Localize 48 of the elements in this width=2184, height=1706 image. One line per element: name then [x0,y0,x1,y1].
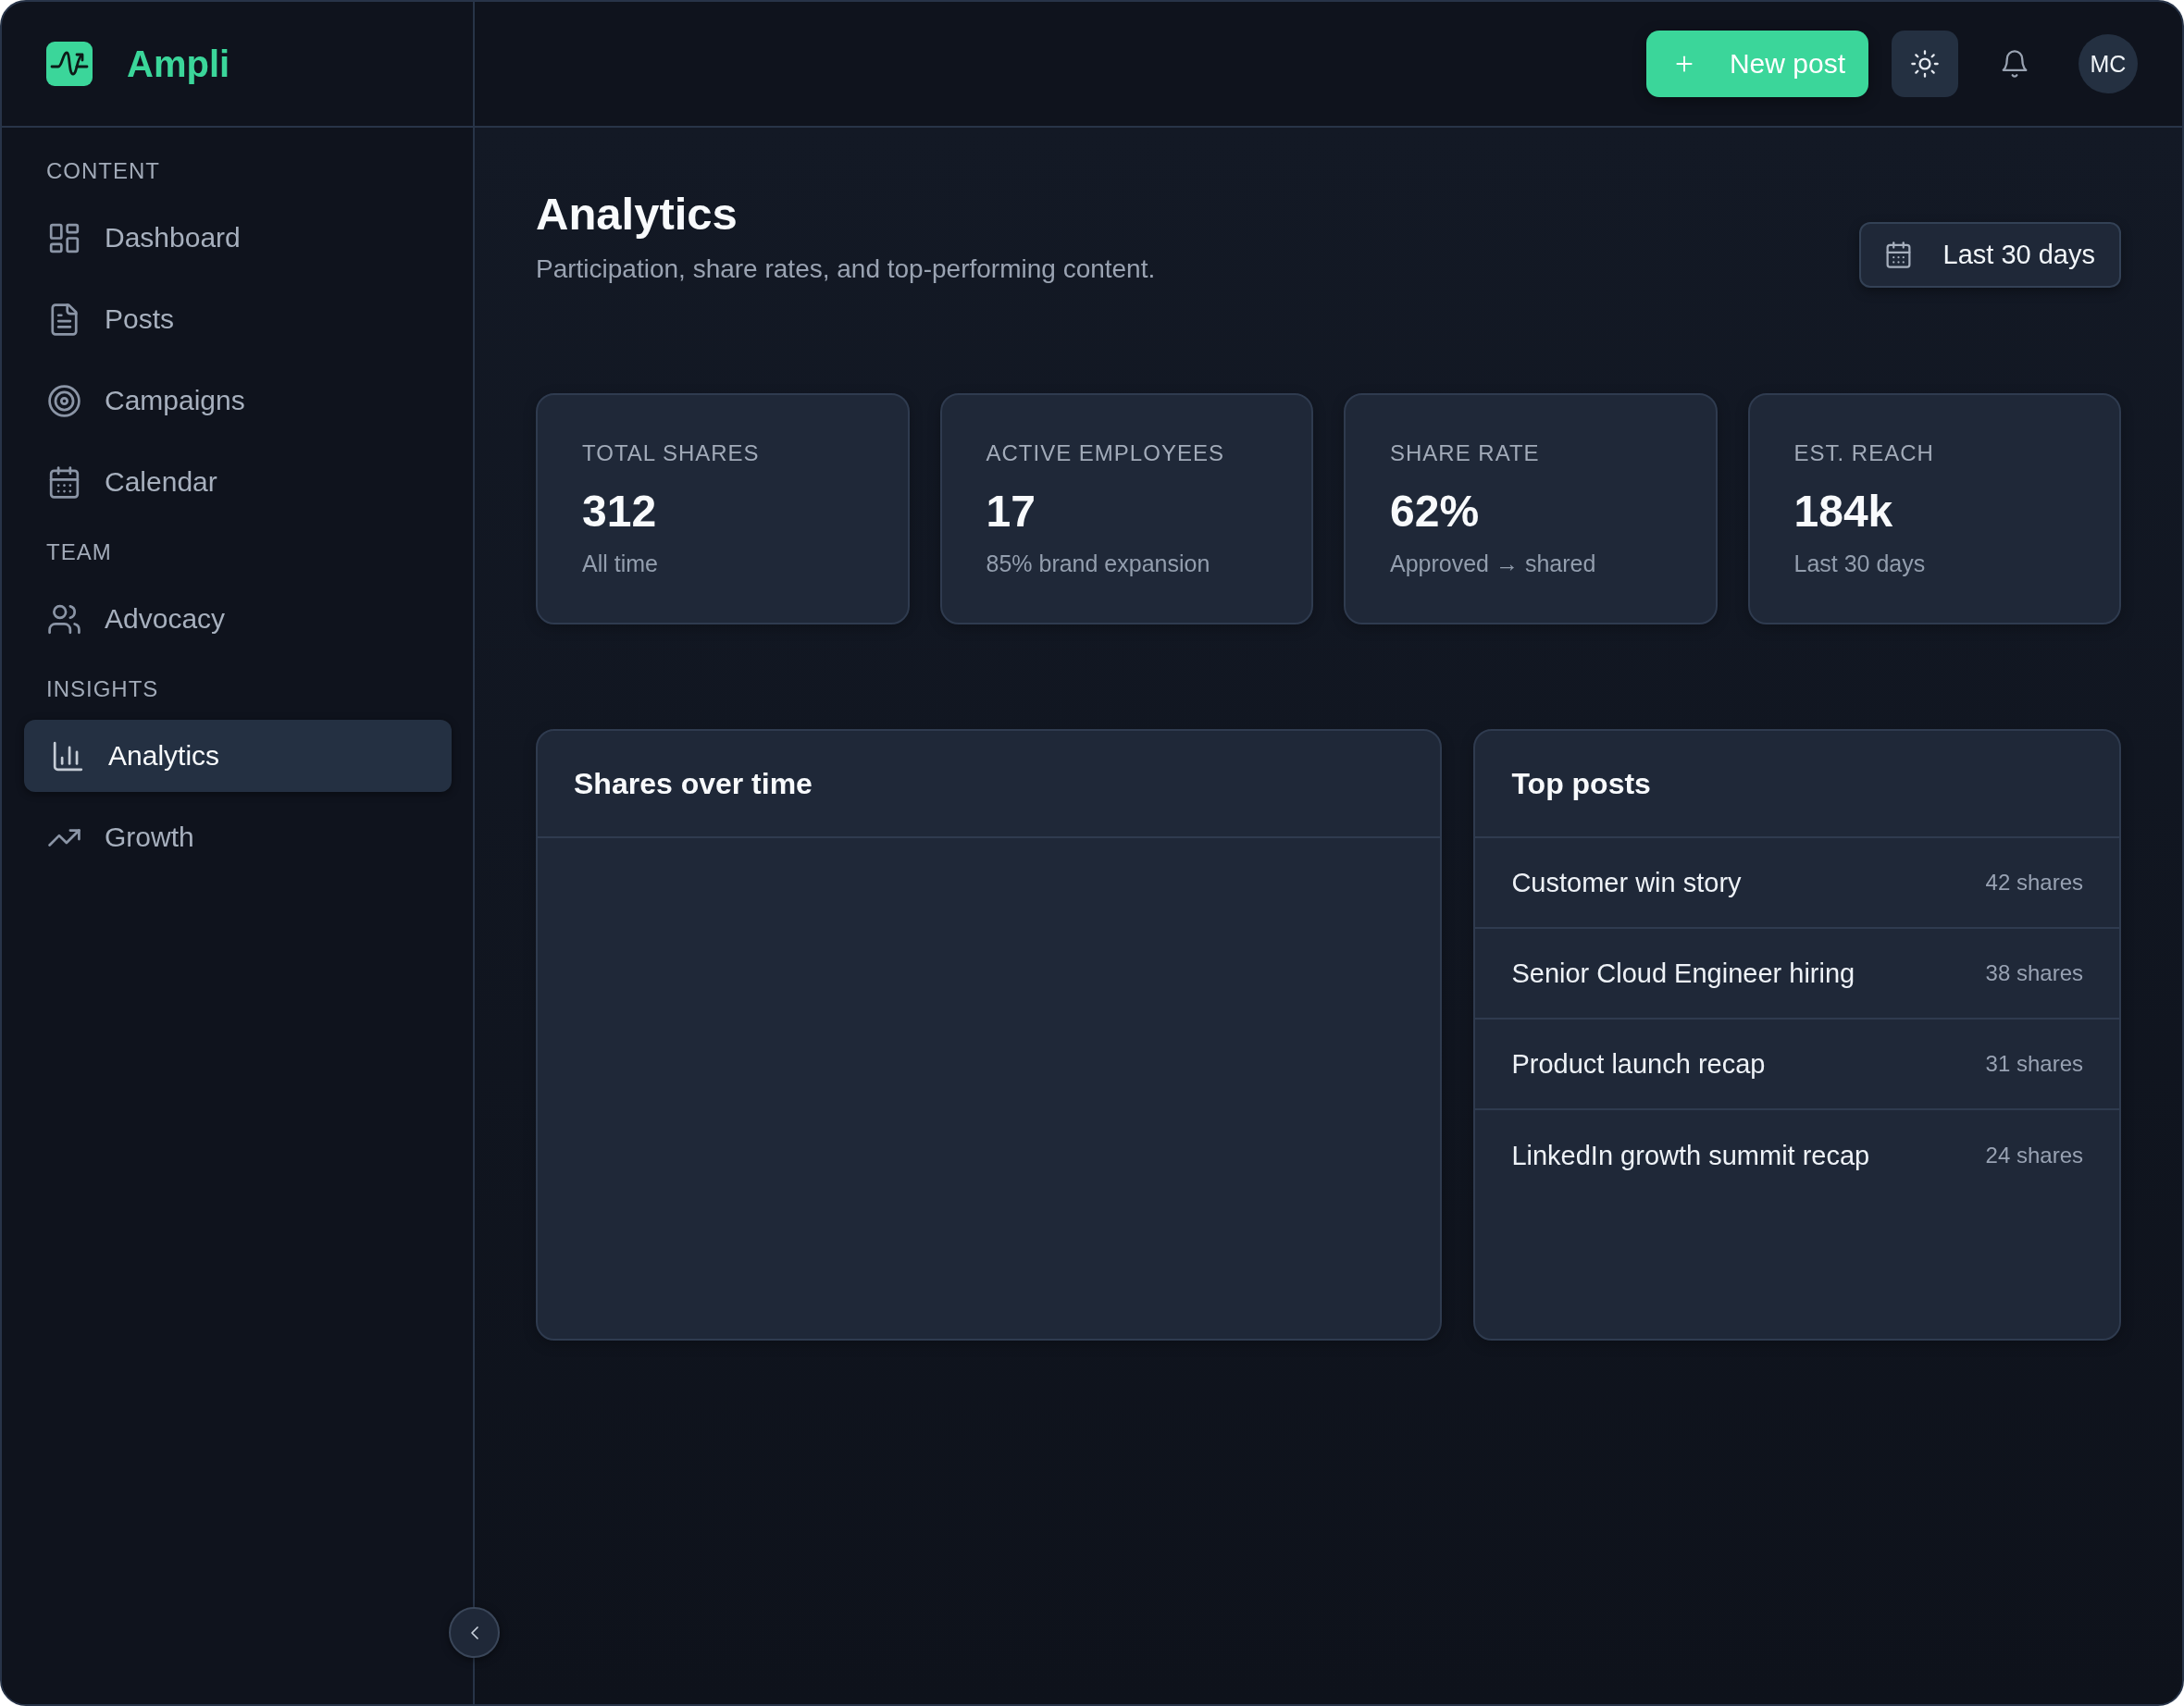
nav-item[interactable]: Dashboard [24,202,452,274]
panel-title: Shares over time [574,766,813,801]
stat-label: EST. REACH [1793,439,1935,467]
theme-toggle-button[interactable] [1892,31,1958,97]
share-count: 31 shares [1985,1051,2083,1077]
section-label: TEAM [45,538,113,566]
user-avatar[interactable]: MC [2079,34,2138,93]
nav-item[interactable]: Growth [24,801,452,873]
calendar-icon [1884,241,1912,268]
stat-value: 62% [1390,486,1481,538]
stat-value: 312 [582,486,658,538]
stat-note: All time [582,550,659,578]
sun-icon [1911,50,1939,78]
layout-grid-icon [48,221,81,254]
share-count: 38 shares [1985,960,2083,986]
share-count: 42 shares [1985,870,2083,896]
document-icon [48,303,81,336]
panel-title: Top posts [1511,766,1651,801]
app-name: Ampli [127,43,230,85]
bell-icon [2001,50,2029,78]
stat-label: ACTIVE EMPLOYEES [986,439,1225,467]
target-icon [48,384,81,417]
calendar-icon [48,465,81,499]
stat-note: Last 30 days [1793,550,1927,578]
post-title[interactable]: Senior Cloud Engineer hiring [1511,958,1855,989]
post-title[interactable]: Customer win story [1511,867,1742,898]
stat-label: SHARE RATE [1390,439,1541,467]
post-title[interactable]: LinkedIn growth summit recap [1511,1140,1870,1171]
people-icon [48,602,81,636]
page-title: Analytics [536,188,738,241]
nav-item[interactable]: Advocacy [24,583,452,655]
section-label: INSIGHTS [45,675,160,703]
date-range-button[interactable]: Last 30 days [1858,222,2121,288]
stat-note: Approved → shared [1390,550,1597,578]
stat-label: TOTAL SHARES [582,439,761,467]
nav-item[interactable]: Analytics [24,720,452,792]
logo-icon [46,42,93,86]
nav-item[interactable]: Posts [24,283,452,355]
stat-value: 17 [986,486,1036,538]
stat-note: 85% brand expansion [986,550,1211,578]
section-label: CONTENT [45,157,161,185]
stat-value: 184k [1793,486,1894,538]
share-count: 24 shares [1985,1143,2083,1168]
post-title[interactable]: Product launch recap [1511,1048,1766,1080]
page-subtitle: Participation, share rates, and top-performing content. [536,253,1156,285]
bar-chart-icon [52,739,84,773]
nav-item[interactable]: Calendar [24,446,452,518]
nav-item[interactable]: Campaigns [24,365,452,437]
